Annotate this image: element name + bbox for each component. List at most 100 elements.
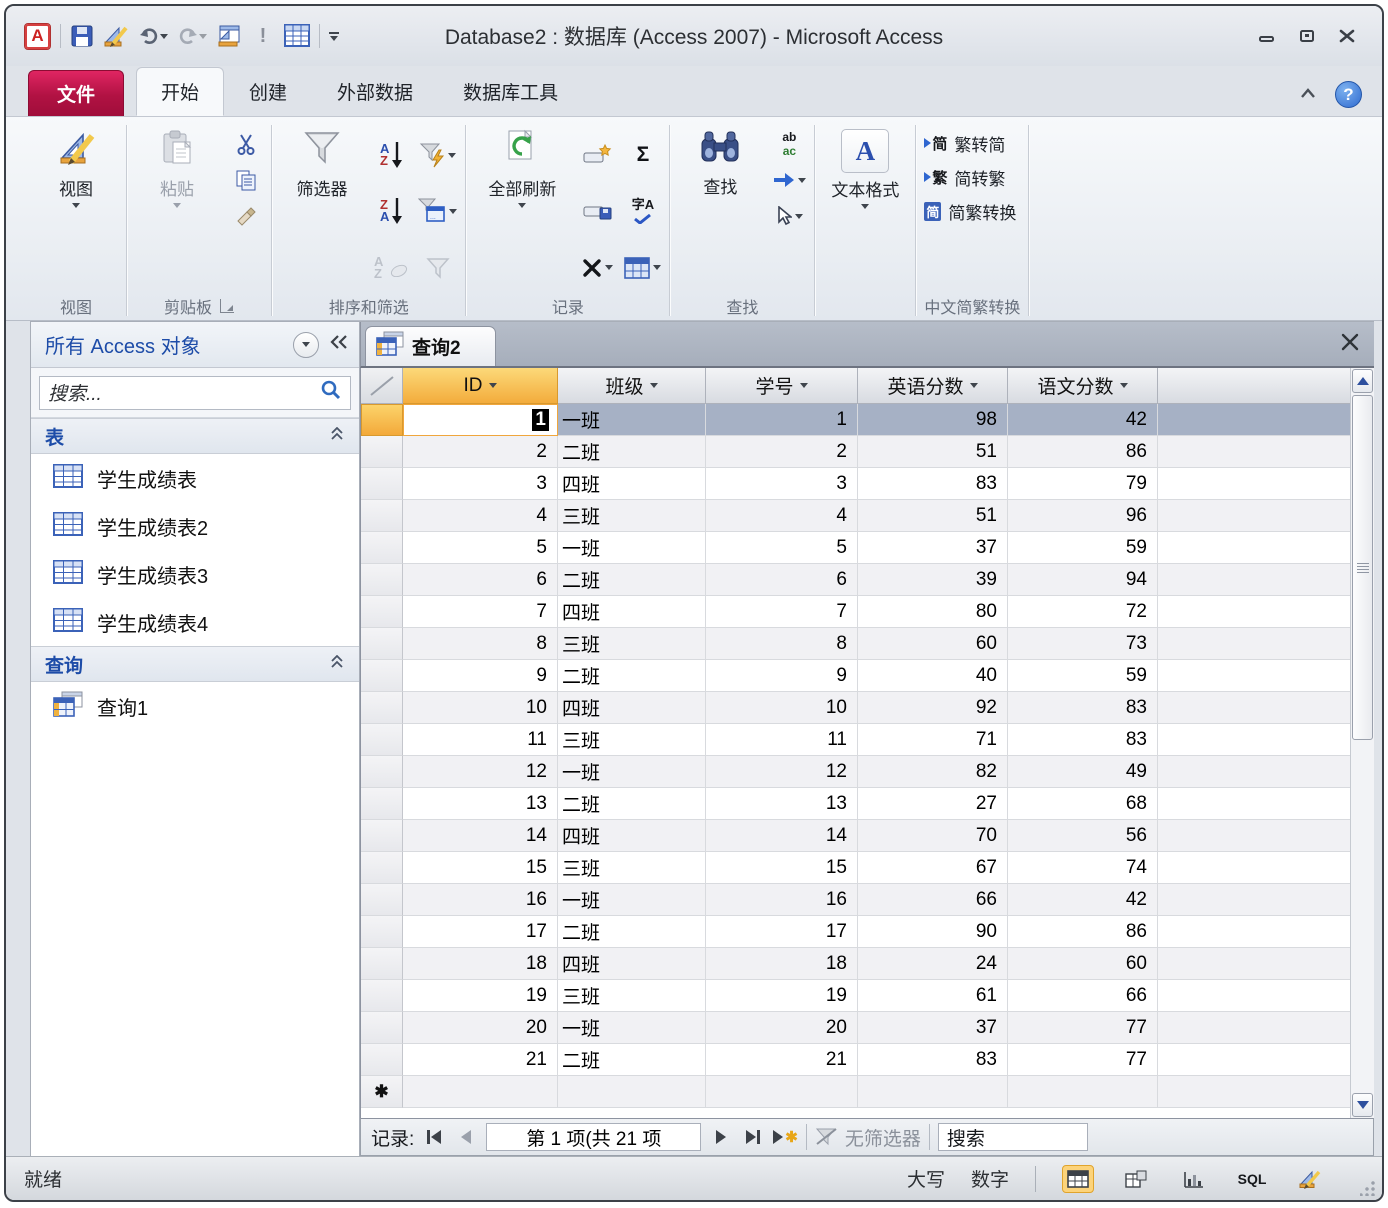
cell[interactable]: 37	[858, 1012, 1008, 1044]
cell[interactable]: 51	[858, 436, 1008, 468]
save-icon[interactable]	[70, 23, 94, 49]
simp-to-trad-button[interactable]: 繁 简转繁	[924, 161, 1020, 193]
cell-empty[interactable]	[706, 1076, 858, 1108]
cell-empty[interactable]	[403, 1076, 558, 1108]
table-row[interactable]: 17二班179086	[361, 916, 1350, 948]
row-selector[interactable]	[361, 884, 403, 916]
column-header-4[interactable]: 英语分数	[858, 368, 1008, 404]
cell[interactable]: 二班	[558, 788, 706, 820]
cell[interactable]: 19	[403, 980, 558, 1012]
format-painter-icon[interactable]	[229, 201, 263, 231]
cell[interactable]: 10	[706, 692, 858, 724]
cell[interactable]: 13	[403, 788, 558, 820]
cell[interactable]: 17	[706, 916, 858, 948]
column-dropdown-icon[interactable]	[1120, 383, 1128, 388]
text-format-button[interactable]: A 文本格式	[823, 123, 907, 292]
convert-button[interactable]: 简 简繁转换	[924, 195, 1020, 227]
nav-search-input[interactable]: 搜索...	[39, 376, 351, 410]
column-header-2[interactable]: 班级	[558, 368, 706, 404]
cell[interactable]: 12	[706, 756, 858, 788]
pivottable-view-button[interactable]	[1120, 1165, 1152, 1193]
nav-item[interactable]: 学生成绩表3	[31, 550, 359, 598]
row-selector[interactable]	[361, 788, 403, 820]
cell[interactable]: 3	[403, 468, 558, 500]
row-selector[interactable]	[361, 500, 403, 532]
advanced-filter-icon[interactable]	[418, 140, 457, 170]
cell[interactable]: 42	[1008, 884, 1158, 916]
minimize-ribbon-icon[interactable]	[1299, 86, 1317, 104]
column-header-3[interactable]: 学号	[706, 368, 858, 404]
shutter-close-icon[interactable]	[329, 334, 349, 355]
refresh-all-button[interactable]: 全部刷新	[474, 123, 570, 292]
find-button[interactable]: 查找	[678, 123, 762, 292]
nav-item[interactable]: 学生成绩表4	[31, 598, 359, 646]
new-record-row[interactable]: ✱	[361, 1076, 1350, 1108]
cell[interactable]: 12	[403, 756, 558, 788]
cell[interactable]: 40	[858, 660, 1008, 692]
cell[interactable]: 24	[858, 948, 1008, 980]
table-row[interactable]: 15三班156774	[361, 852, 1350, 884]
new-record-selector[interactable]: ✱	[361, 1076, 403, 1108]
cell[interactable]: 二班	[558, 1044, 706, 1076]
cell-editing[interactable]: 1	[403, 404, 558, 436]
no-filter-indicator[interactable]: 无筛选器	[815, 1124, 921, 1151]
cell[interactable]: 73	[1008, 628, 1158, 660]
dropdown-arrow-icon[interactable]	[798, 178, 806, 183]
cell[interactable]: 82	[858, 756, 1008, 788]
cell[interactable]: 2	[403, 436, 558, 468]
cell[interactable]: 17	[403, 916, 558, 948]
help-button[interactable]: ?	[1335, 81, 1362, 108]
cell[interactable]: 66	[1008, 980, 1158, 1012]
sql-view-button[interactable]: SQL	[1236, 1165, 1268, 1193]
row-selector[interactable]	[361, 820, 403, 852]
cell[interactable]: 83	[858, 1044, 1008, 1076]
row-selector[interactable]	[361, 692, 403, 724]
view-button[interactable]: 视图	[34, 123, 118, 292]
cell[interactable]: 6	[403, 564, 558, 596]
row-selector[interactable]	[361, 852, 403, 884]
cell[interactable]: 11	[403, 724, 558, 756]
cell[interactable]: 77	[1008, 1044, 1158, 1076]
cell[interactable]: 3	[706, 468, 858, 500]
datasheet-icon[interactable]	[284, 23, 310, 49]
cell[interactable]: 86	[1008, 916, 1158, 948]
cell[interactable]: 5	[706, 532, 858, 564]
customize-qat-dropdown-icon[interactable]	[329, 32, 339, 41]
nav-item[interactable]: 查询1	[31, 682, 359, 730]
cell[interactable]: 79	[1008, 468, 1158, 500]
cell[interactable]: 18	[403, 948, 558, 980]
cell[interactable]: 59	[1008, 532, 1158, 564]
cell[interactable]: 56	[1008, 820, 1158, 852]
cell[interactable]: 四班	[558, 820, 706, 852]
record-search-input[interactable]: 搜索	[938, 1123, 1088, 1151]
paste-button[interactable]: 粘贴	[135, 123, 219, 292]
cell[interactable]: 42	[1008, 404, 1158, 436]
table-row[interactable]: 10四班109283	[361, 692, 1350, 724]
redo-icon[interactable]	[177, 23, 207, 49]
dialog-launcher-icon[interactable]	[220, 299, 234, 313]
cell[interactable]: 二班	[558, 660, 706, 692]
cell[interactable]: 67	[858, 852, 1008, 884]
nav-item[interactable]: 学生成绩表	[31, 454, 359, 502]
paste-dropdown-icon[interactable]	[173, 203, 181, 208]
cell[interactable]: 27	[858, 788, 1008, 820]
toggle-filter-icon[interactable]	[418, 253, 457, 283]
form-design-icon[interactable]	[216, 23, 242, 49]
cell-empty[interactable]	[858, 1076, 1008, 1108]
first-record-icon[interactable]	[422, 1124, 446, 1150]
cell[interactable]: 5	[403, 532, 558, 564]
filter-options-icon[interactable]: ...	[418, 196, 457, 226]
dropdown-arrow-icon[interactable]	[448, 153, 456, 158]
cell[interactable]: 60	[858, 628, 1008, 660]
delete-record-icon[interactable]	[580, 253, 614, 283]
cell[interactable]: 21	[706, 1044, 858, 1076]
cell[interactable]: 1	[706, 404, 858, 436]
run-icon[interactable]: !	[251, 23, 275, 49]
row-selector[interactable]	[361, 660, 403, 692]
object-tab-query2[interactable]: 查询2	[365, 326, 496, 366]
row-selector[interactable]	[361, 756, 403, 788]
tab-create[interactable]: 创建	[224, 67, 312, 116]
cell[interactable]: 14	[403, 820, 558, 852]
cell[interactable]: 8	[403, 628, 558, 660]
cell[interactable]: 三班	[558, 852, 706, 884]
